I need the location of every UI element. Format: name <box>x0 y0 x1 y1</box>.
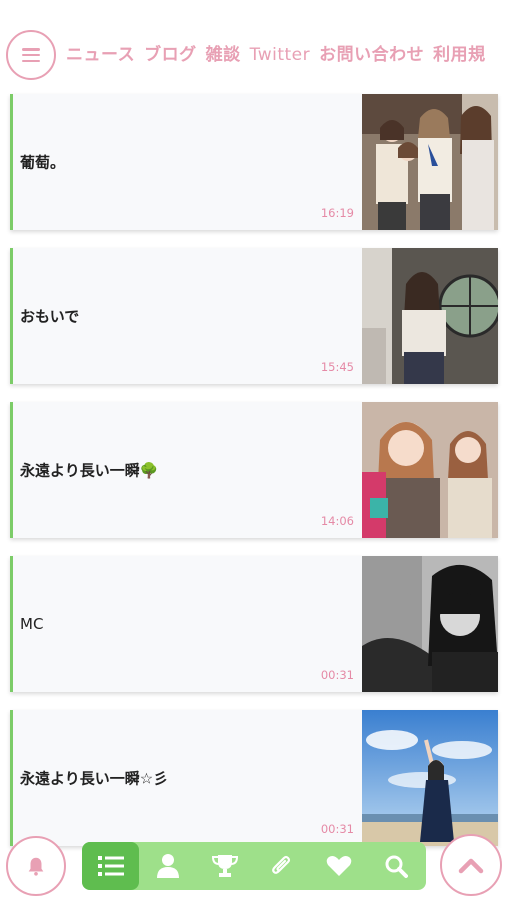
blog-title: 永遠より長い一瞬☆彡 <box>20 769 169 788</box>
blog-title: おもいで <box>20 307 80 326</box>
header: ニュース ブログ 雑談 Twitter お問い合わせ 利用規 <box>0 0 507 92</box>
blog-time: 15:45 <box>320 360 354 374</box>
blog-card[interactable]: 永遠より長い一瞬🌳 14:06 <box>10 402 498 538</box>
blog-title: 葡萄。 <box>20 153 66 172</box>
bottom-nav <box>82 842 426 890</box>
nav-profile[interactable] <box>139 842 196 890</box>
bell-icon <box>28 857 44 876</box>
tab-terms[interactable]: 利用規 <box>433 40 486 70</box>
tab-contact[interactable]: お問い合わせ <box>319 40 424 70</box>
nav-ranking[interactable] <box>196 842 253 890</box>
blog-card[interactable]: MC 00:31 <box>10 556 498 692</box>
tab-chat[interactable]: 雑談 <box>206 40 241 70</box>
blog-time: 14:06 <box>320 514 354 528</box>
tab-blog[interactable]: ブログ <box>144 40 197 70</box>
blog-card[interactable]: 葡萄。 16:19 <box>10 94 498 230</box>
nav-search[interactable] <box>367 842 424 890</box>
nav-favorites[interactable] <box>310 842 367 890</box>
blog-title: MC <box>20 615 44 633</box>
paperclip-icon <box>271 855 290 874</box>
blog-card[interactable]: 永遠より長い一瞬☆彡 00:31 <box>10 710 498 846</box>
notification-button[interactable] <box>6 836 66 896</box>
blog-thumbnail <box>362 556 498 692</box>
person-icon <box>156 854 179 878</box>
blog-thumbnail <box>362 94 498 230</box>
trophy-icon <box>211 855 238 877</box>
blog-card[interactable]: おもいで 15:45 <box>10 248 498 384</box>
blog-time: 16:19 <box>320 206 354 220</box>
nav-attachments[interactable] <box>253 842 310 890</box>
list-icon <box>97 856 124 876</box>
scroll-top-button[interactable] <box>440 834 502 896</box>
tab-twitter[interactable]: Twitter <box>250 40 310 70</box>
chevron-up-icon <box>458 858 484 874</box>
blog-feed: 葡萄。 16:19 おもいで 15:45 永遠より長い一瞬🌳 14:06 MC … <box>10 94 498 864</box>
blog-title: 永遠より長い一瞬🌳 <box>20 461 159 480</box>
tab-news[interactable]: ニュース <box>66 40 135 70</box>
blog-thumbnail <box>362 402 498 538</box>
blog-time: 00:31 <box>320 822 354 836</box>
blog-thumbnail <box>362 248 498 384</box>
nav-list[interactable] <box>82 842 139 890</box>
hamburger-icon <box>22 48 40 62</box>
menu-button[interactable] <box>6 30 56 80</box>
tab-bar: ニュース ブログ 雑談 Twitter お問い合わせ 利用規 <box>66 40 507 70</box>
blog-time: 00:31 <box>320 668 354 682</box>
blog-thumbnail <box>362 710 498 846</box>
search-icon <box>385 855 408 878</box>
heart-icon <box>326 856 351 876</box>
